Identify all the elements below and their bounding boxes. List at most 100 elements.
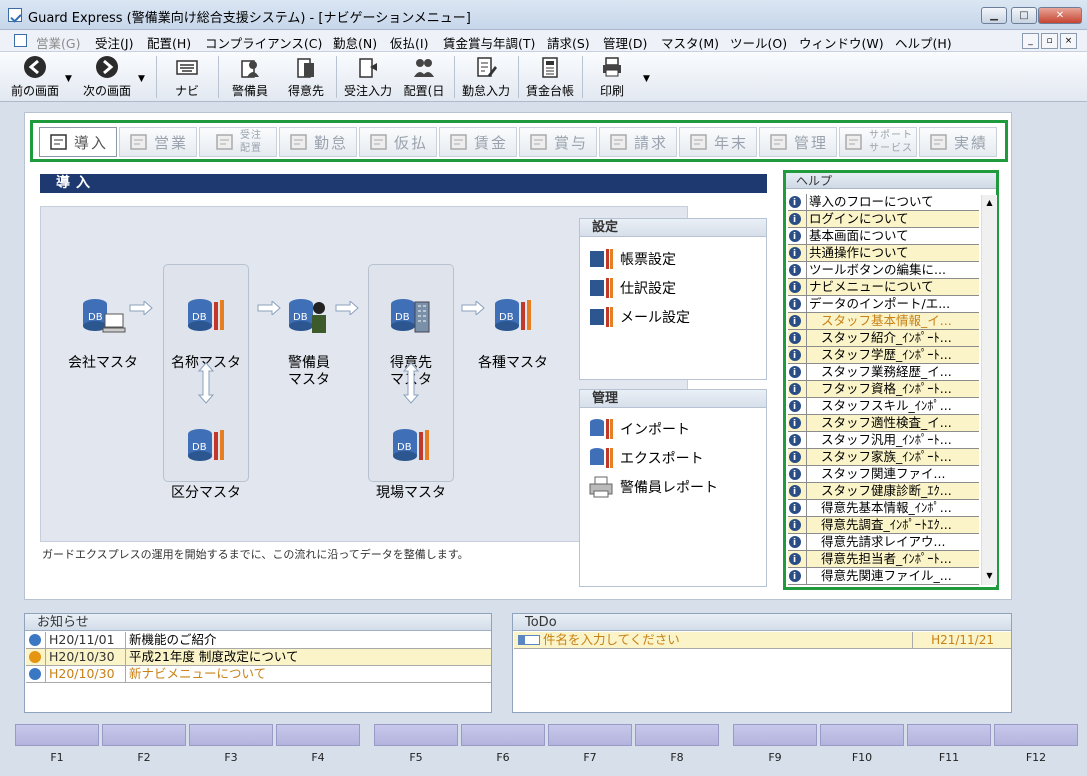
function-key-button[interactable]	[15, 724, 99, 746]
minimize-button[interactable]: ▁	[981, 7, 1007, 24]
name-master-node[interactable]: DB 名称マスタ	[166, 279, 246, 372]
function-key-f10[interactable]: F10	[820, 724, 904, 764]
tab-5[interactable]: 賃金	[439, 127, 517, 157]
help-item[interactable]: 得意先調査_ｲﾝﾎﾟｰﾄｴｸ...	[788, 517, 979, 534]
category-master-node[interactable]: DB 区分マスタ	[166, 409, 246, 502]
tab-10[interactable]: サポート サービス	[839, 127, 917, 157]
function-key-button[interactable]	[907, 724, 991, 746]
function-key-button[interactable]	[102, 724, 186, 746]
maximize-button[interactable]: □	[1011, 7, 1037, 24]
help-item[interactable]: スタッフ紹介_ｲﾝﾎﾟｰﾄ...	[788, 330, 979, 347]
todo-date[interactable]: H21/11/21	[912, 632, 1010, 648]
help-item[interactable]: 得意先基本情報_ｲﾝﾎﾟ...	[788, 500, 979, 517]
help-item[interactable]: 導入のフローについて	[788, 194, 979, 211]
back-button[interactable]: 前の画面	[10, 55, 60, 99]
function-key-button[interactable]	[276, 724, 360, 746]
back-dropdown[interactable]: ▼	[65, 74, 72, 84]
order-input-button[interactable]: 受注入力	[342, 55, 394, 99]
help-item[interactable]: スタッフ汎用_ｲﾝﾎﾟｰﾄ...	[788, 432, 979, 449]
function-key-f3[interactable]: F3	[189, 724, 273, 764]
notice-row[interactable]: H20/11/01 新機能のご紹介	[26, 632, 491, 649]
tab-9[interactable]: 管理	[759, 127, 837, 157]
guard-button[interactable]: 警備員	[228, 55, 272, 99]
import-item[interactable]: インポート	[588, 417, 690, 441]
tab-2[interactable]: 受注 配置	[199, 127, 277, 157]
journal-settings-item[interactable]: 仕訳設定	[588, 276, 676, 300]
help-scrollbar[interactable]: ▲ ▼	[981, 195, 997, 585]
menu-order[interactable]: 受注(J)	[95, 33, 133, 52]
notice-row[interactable]: H20/10/30 平成21年度 制度改定について	[26, 649, 491, 666]
help-item[interactable]: スタッフ基本情報_イ...	[788, 313, 979, 330]
placement-button[interactable]: 配置(日	[402, 55, 446, 99]
mdi-close-button[interactable]: ×	[1060, 33, 1077, 49]
help-item[interactable]: 得意先担当者_ｲﾝﾎﾟｰﾄ...	[788, 551, 979, 568]
menu-master[interactable]: マスタ(M)	[661, 33, 719, 52]
help-item[interactable]: スタッフ関連ファイ...	[788, 466, 979, 483]
function-key-f4[interactable]: F4	[276, 724, 360, 764]
mdi-restore-button[interactable]: ▫	[1041, 33, 1058, 49]
document-icon[interactable]	[14, 34, 27, 47]
function-key-button[interactable]	[635, 724, 719, 746]
help-item[interactable]: スタッフ適性検査_イ...	[788, 415, 979, 432]
help-item[interactable]: スタッフスキル_ｲﾝﾎﾟ...	[788, 398, 979, 415]
function-key-button[interactable]	[374, 724, 458, 746]
window-titlebar[interactable]: Guard Express (警備業向け総合支援システム) - [ナビゲーション…	[0, 0, 1087, 30]
forward-dropdown[interactable]: ▼	[138, 74, 145, 84]
function-key-f2[interactable]: F2	[102, 724, 186, 764]
function-key-f1[interactable]: F1	[15, 724, 99, 764]
menu-management[interactable]: 管理(D)	[603, 33, 647, 52]
print-dropdown[interactable]: ▼	[643, 74, 650, 84]
help-item[interactable]: 得意先請求レイアウ...	[788, 534, 979, 551]
menu-placement[interactable]: 配置(H)	[147, 33, 191, 52]
menu-window[interactable]: ウィンドウ(W)	[799, 33, 884, 52]
menu-advance[interactable]: 仮払(I)	[390, 33, 428, 52]
tab-6[interactable]: 賞与	[519, 127, 597, 157]
forward-button[interactable]: 次の画面	[82, 55, 132, 99]
print-button[interactable]: 印刷	[594, 55, 630, 99]
function-key-f7[interactable]: F7	[548, 724, 632, 764]
tab-3[interactable]: 勤怠	[279, 127, 357, 157]
tab-0[interactable]: 導入	[39, 127, 117, 157]
help-item[interactable]: スタッフ業務経歴_イ...	[788, 364, 979, 381]
guard-master-node[interactable]: DB 警備員 マスタ	[269, 279, 349, 389]
client-button[interactable]: 得意先	[284, 55, 328, 99]
scroll-down-button[interactable]: ▼	[983, 569, 996, 583]
function-key-button[interactable]	[994, 724, 1078, 746]
function-key-button[interactable]	[820, 724, 904, 746]
menu-compliance[interactable]: コンプライアンス(C)	[205, 33, 322, 52]
function-key-button[interactable]	[461, 724, 545, 746]
navi-button[interactable]: ナビ	[168, 55, 206, 99]
tab-4[interactable]: 仮払	[359, 127, 437, 157]
scroll-up-button[interactable]: ▲	[983, 196, 996, 210]
notice-row[interactable]: H20/10/30 新ナビメニューについて	[26, 666, 491, 683]
todo-input-row[interactable]: 件名を入力してください H21/11/21	[514, 632, 1011, 649]
function-key-f11[interactable]: F11	[907, 724, 991, 764]
tab-1[interactable]: 営業	[119, 127, 197, 157]
help-item[interactable]: 共通操作について	[788, 245, 979, 262]
site-master-node[interactable]: DB 現場マスタ	[371, 409, 451, 502]
help-item[interactable]: スタッフ健康診断_ｴｸ...	[788, 483, 979, 500]
function-key-f12[interactable]: F12	[994, 724, 1078, 764]
guard-report-item[interactable]: 警備員レポート	[588, 475, 718, 499]
menu-help[interactable]: ヘルプ(H)	[895, 33, 952, 52]
tab-7[interactable]: 請求	[599, 127, 677, 157]
todo-toggle-icon[interactable]	[518, 635, 540, 645]
todo-subject-placeholder[interactable]: 件名を入力してください	[543, 632, 680, 648]
tab-11[interactable]: 実績	[919, 127, 997, 157]
menu-billing[interactable]: 請求(S)	[547, 33, 590, 52]
help-item[interactable]: フタッフ資格_ｲﾝﾎﾟｰﾄ...	[788, 381, 979, 398]
function-key-f9[interactable]: F9	[733, 724, 817, 764]
function-key-button[interactable]	[548, 724, 632, 746]
menu-sales[interactable]: 営業(G)	[36, 33, 80, 52]
help-item[interactable]: スタッフ家族_ｲﾝﾎﾟｰﾄ...	[788, 449, 979, 466]
help-item[interactable]: ログインについて	[788, 211, 979, 228]
function-key-f6[interactable]: F6	[461, 724, 545, 764]
mdi-minimize-button[interactable]: _	[1022, 33, 1039, 49]
export-item[interactable]: エクスポート	[588, 446, 704, 470]
help-item[interactable]: ツールボタンの編集に...	[788, 262, 979, 279]
close-button[interactable]: ✕	[1038, 7, 1082, 24]
form-settings-item[interactable]: 帳票設定	[588, 247, 676, 271]
mail-settings-item[interactable]: メール設定	[588, 305, 690, 329]
wage-ledger-button[interactable]: 賃金台帳	[524, 55, 576, 99]
function-key-f5[interactable]: F5	[374, 724, 458, 764]
